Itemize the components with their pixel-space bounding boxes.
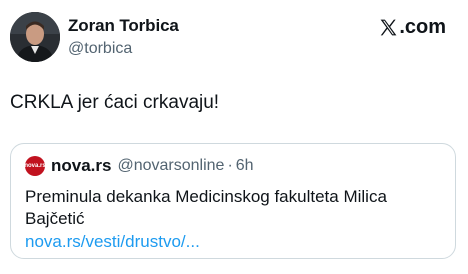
author-avatar[interactable] [10, 12, 60, 62]
quoted-tweet-text: Preminula dekanka Medicinskog fakulteta … [25, 187, 387, 228]
nova-logo-icon[interactable]: nova.rs [24, 156, 46, 176]
quoted-timestamp[interactable]: 6h [236, 157, 254, 175]
quoted-tweet-link[interactable]: nova.rs/vesti/drustvo/... [25, 232, 200, 252]
author-name[interactable]: Zoran Torbica [68, 16, 179, 36]
quoted-author-name[interactable]: nova.rs [51, 156, 111, 176]
brand-suffix: .com [399, 16, 446, 38]
author-handle[interactable]: @torbica [68, 40, 132, 58]
person-avatar-icon [10, 12, 60, 62]
x-logo-icon [380, 19, 397, 36]
quoted-author-handle[interactable]: @novarsonline [117, 157, 224, 175]
x-brand[interactable]: .com [379, 16, 446, 39]
quoted-tweet-card[interactable]: nova.rs nova.rs @novarsonline · 6h Premi… [10, 143, 456, 259]
separator-dot: · [227, 157, 233, 174]
quoted-tweet-header: nova.rs nova.rs @novarsonline · 6h [24, 156, 254, 176]
nova-logo-text: nova.rs [24, 163, 46, 169]
tweet-text: CRKLA jer ćaci crkavaju! [10, 92, 220, 113]
